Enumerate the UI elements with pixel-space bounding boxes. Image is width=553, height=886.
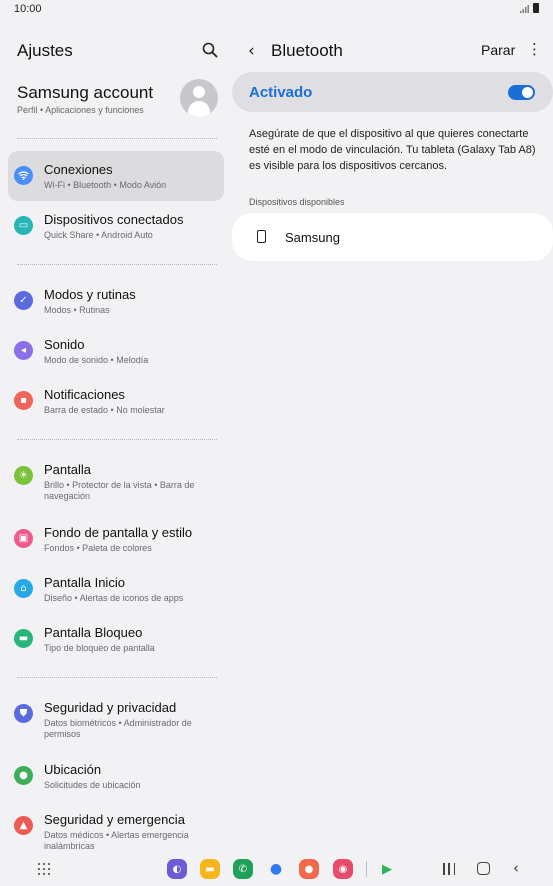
location-pin-icon: ● (14, 766, 33, 785)
settings-item-emergencia[interactable]: ▲ Seguridad y emergencia Datos médicos •… (8, 801, 224, 851)
section-header: Dispositivos disponibles (249, 197, 345, 207)
nav-back-icon[interactable]: ‹ (513, 859, 519, 877)
settings-item-subtitle: Modos • Rutinas (44, 305, 110, 315)
settings-item-subtitle: Barra de estado • No molestar (44, 405, 165, 415)
device-name: Samsung (285, 230, 340, 245)
home-icon: ⌂ (14, 579, 33, 598)
settings-item-subtitle: Quick Share • Android Auto (44, 230, 153, 240)
bell-icon: ▪ (14, 391, 33, 410)
pairing-description: Asegúrate de que el dispositivo al que q… (249, 128, 536, 172)
divider (17, 439, 217, 440)
settings-item-fondo[interactable]: ▣ Fondo de pantalla y estilo Fondos • Pa… (8, 514, 224, 564)
lock-icon: ▬ (14, 629, 33, 648)
camera-app-icon[interactable]: ◉ (333, 859, 353, 879)
settings-item-subtitle: Diseño • Alertas de iconos de apps (44, 593, 184, 603)
status-bar: 10:00 (0, 0, 553, 20)
bluetooth-toggle-row[interactable]: Activado (232, 72, 553, 112)
settings-item-title: Pantalla Bloqueo (44, 625, 143, 640)
settings-item-subtitle: Modo de sonido • Melodía (44, 355, 149, 365)
settings-item-conexiones[interactable]: Conexiones Wi-Fi • Bluetooth • Modo Avió… (8, 151, 224, 201)
settings-item-subtitle: Brillo • Protector de la vista • Barra d… (44, 480, 195, 501)
settings-item-seguridad[interactable]: ⛊ Seguridad y privacidad Datos biométric… (8, 689, 224, 739)
search-icon[interactable] (202, 42, 218, 58)
pane-title: Bluetooth (271, 41, 343, 60)
settings-item-title: Fondo de pantalla y estilo (44, 525, 193, 540)
settings-item-title: Notificaciones (44, 387, 125, 402)
settings-item-bloqueo[interactable]: ▬ Pantalla Bloqueo Tipo de bloqueo de pa… (8, 614, 224, 664)
recents-icon[interactable] (443, 863, 455, 875)
settings-item-title: Pantalla (44, 462, 91, 477)
sun-icon: ☀ (14, 466, 33, 485)
settings-item-pantalla[interactable]: ☀ Pantalla Brillo • Protector de la vist… (8, 451, 224, 501)
emergency-icon: ▲ (14, 816, 33, 835)
messages-app-icon[interactable]: ● (266, 859, 286, 879)
app-drawer-icon[interactable] (38, 863, 50, 875)
signal-icon (520, 5, 529, 13)
bluetooth-pane: ‹ Bluetooth Parar ⋮ Activado Asegúrate d… (232, 28, 553, 848)
settings-item-title: Modos y rutinas (44, 287, 136, 302)
status-time: 10:00 (14, 3, 42, 15)
settings-item-title: Sonido (44, 337, 85, 352)
avatar[interactable] (180, 79, 218, 117)
settings-item-title: Ubicación (44, 762, 102, 777)
picture-icon: ▣ (14, 529, 33, 548)
devices-icon: ▭ (14, 216, 33, 235)
check-circle-icon: ✓ (14, 291, 33, 310)
files-app-icon[interactable]: ▬ (200, 859, 220, 879)
device-row[interactable]: Samsung (232, 213, 553, 261)
account-subtitle: Perfil • Aplicaciones y funciones (17, 105, 144, 115)
settings-item-title: Dispositivos conectados (44, 212, 184, 227)
contacts-app-icon[interactable]: ● (299, 859, 319, 879)
settings-item-subtitle: Fondos • Paleta de colores (44, 543, 152, 553)
settings-item-title: Seguridad y privacidad (44, 700, 177, 715)
settings-item-subtitle: Datos médicos • Alertas emergencia inalá… (44, 830, 189, 851)
divider (17, 264, 217, 265)
settings-item-modos[interactable]: ✓ Modos y rutinas Modos • Rutinas (8, 276, 224, 326)
settings-item-notificaciones[interactable]: ▪ Notificaciones Barra de estado • No mo… (8, 376, 224, 426)
settings-item-inicio[interactable]: ⌂ Pantalla Inicio Diseño • Alertas de ic… (8, 564, 224, 614)
play-store-app-icon[interactable]: ▶ (377, 859, 397, 879)
settings-item-subtitle: Tipo de bloqueo de pantalla (44, 643, 155, 653)
settings-item-subtitle: Solicitudes de ubicación (44, 780, 141, 790)
shield-icon: ⛊ (14, 704, 33, 723)
back-arrow-icon[interactable]: ‹ (248, 41, 255, 61)
settings-list-pane: Ajustes Samsung account Perfil • Aplicac… (0, 28, 232, 851)
account-name[interactable]: Samsung account (17, 83, 153, 103)
divider (17, 677, 217, 678)
internet-app-icon[interactable]: ◐ (167, 859, 187, 879)
divider (17, 138, 217, 139)
more-options-icon[interactable]: ⋮ (527, 40, 542, 58)
settings-item-sonido[interactable]: ◂ Sonido Modo de sonido • Melodía (8, 326, 224, 376)
wifi-icon (14, 166, 33, 185)
stop-scan-button[interactable]: Parar (481, 42, 515, 58)
settings-item-title: Seguridad y emergencia (44, 812, 185, 827)
page-title: Ajustes (17, 41, 73, 60)
battery-icon (533, 3, 539, 13)
bluetooth-switch[interactable] (508, 85, 535, 100)
phone-icon (257, 230, 266, 243)
settings-item-subtitle: Datos biométricos • Administrador de per… (44, 718, 192, 739)
settings-item-ubicacion[interactable]: ● Ubicación Solicitudes de ubicación (8, 751, 224, 801)
dock-separator (366, 861, 367, 877)
toggle-label: Activado (249, 84, 313, 101)
settings-item-dispositivos[interactable]: ▭ Dispositivos conectados Quick Share • … (8, 201, 224, 251)
settings-item-title: Conexiones (44, 162, 113, 177)
settings-item-subtitle: Wi-Fi • Bluetooth • Modo Avión (44, 180, 167, 190)
navigation-bar: ◐ ▬ ✆ ● ● ◉ ▶ ‹ (0, 852, 553, 886)
home-button-icon[interactable] (477, 862, 490, 875)
settings-item-title: Pantalla Inicio (44, 575, 125, 590)
phone-app-icon[interactable]: ✆ (233, 859, 253, 879)
speaker-icon: ◂ (14, 341, 33, 360)
